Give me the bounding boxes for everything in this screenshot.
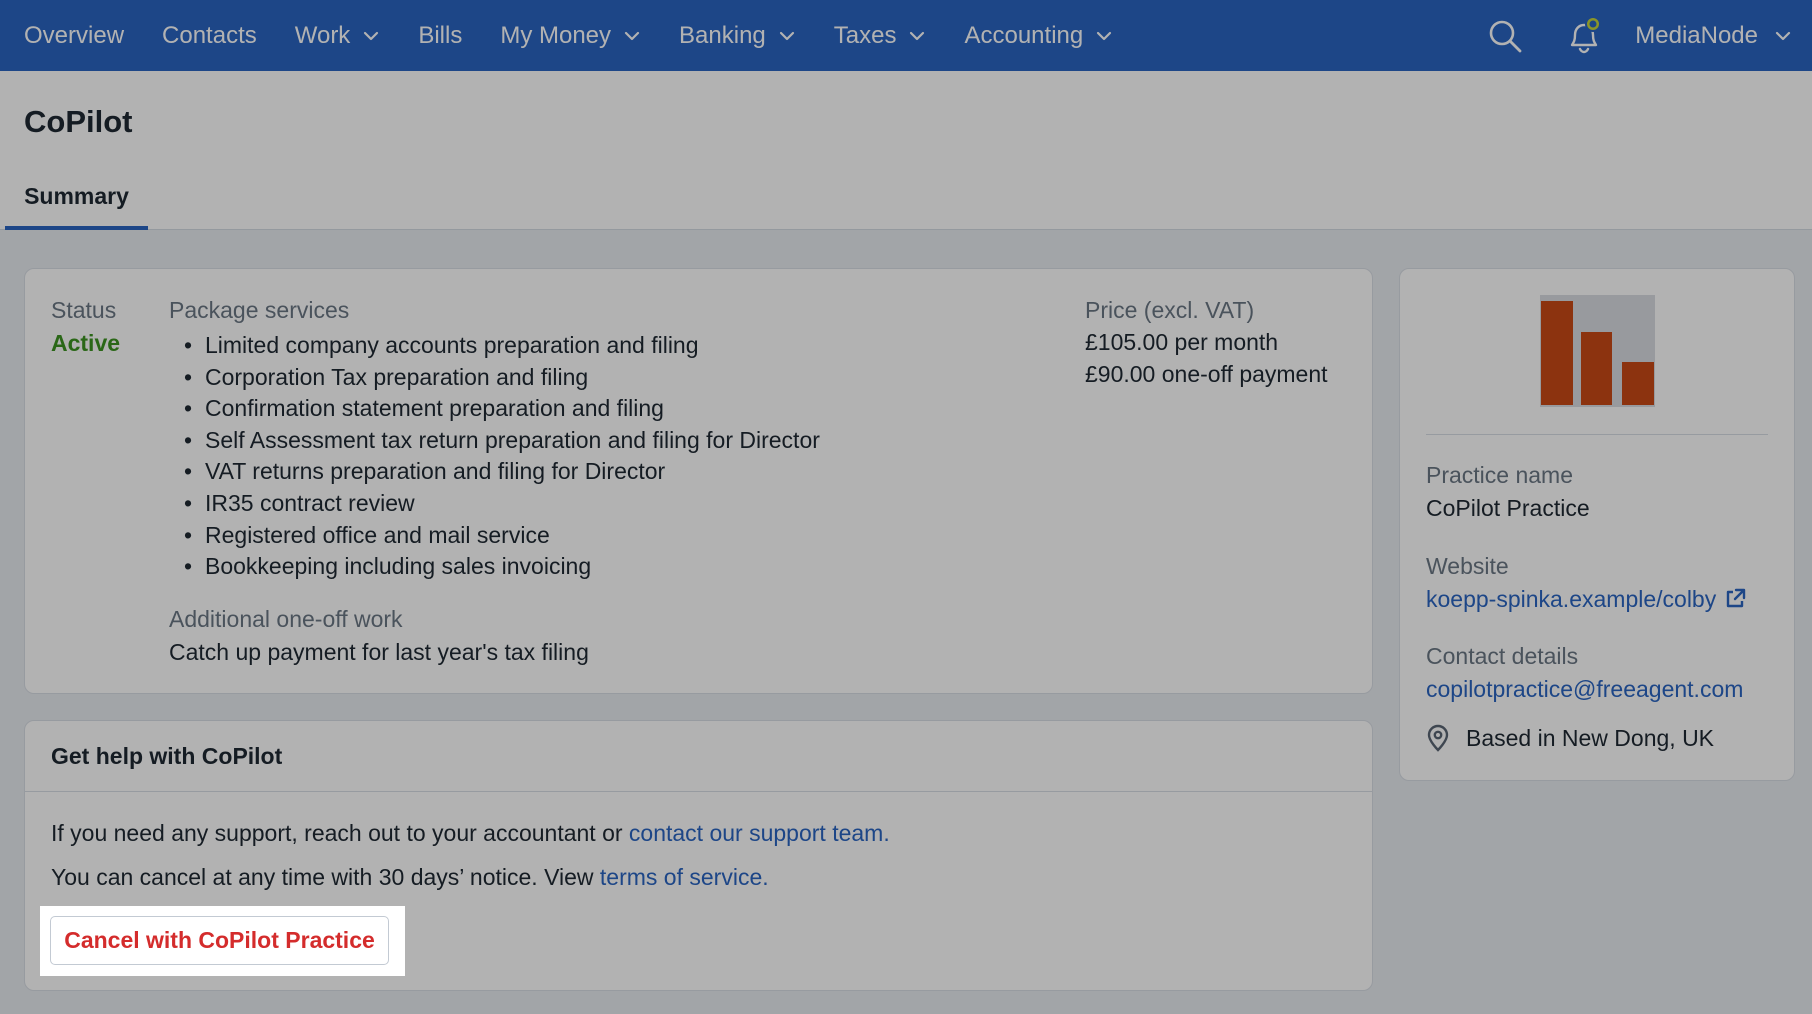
services-label: Package services — [169, 297, 350, 323]
support-team-link[interactable]: contact our support team. — [629, 820, 890, 846]
nav-item-label: Banking — [679, 21, 766, 49]
page-header: CoPilot Summary — [0, 71, 1812, 230]
chevron-down-icon — [362, 27, 380, 45]
nav-item-my-money[interactable]: My Money — [481, 0, 660, 71]
practice-name-label: Practice name — [1426, 462, 1574, 488]
status-badge: Active — [51, 330, 121, 356]
website-link[interactable]: koepp-spinka.example/colby — [1426, 586, 1746, 613]
nav-item-accounting[interactable]: Accounting — [945, 0, 1132, 71]
nav-item-label: Taxes — [833, 21, 897, 49]
list-item: Bookkeeping including sales invoicing — [169, 551, 820, 583]
terms-of-service-link[interactable]: terms of service. — [600, 864, 769, 890]
support-text-prefix: If you need any support, reach out to yo… — [51, 820, 629, 846]
nav-item-label: Contacts — [162, 21, 257, 49]
account-menu[interactable]: MediaNode — [1635, 22, 1812, 50]
tab-label: Summary — [24, 183, 129, 209]
chevron-down-icon — [908, 27, 926, 45]
nav-item-work[interactable]: Work — [276, 0, 400, 71]
nav-item-banking[interactable]: Banking — [660, 0, 815, 71]
additional-value: Catch up payment for last year's tax fil… — [169, 639, 589, 665]
services-block: Package services Limited company account… — [169, 297, 820, 583]
location: Based in New Dong, UK — [1426, 724, 1714, 752]
contact-email-link[interactable]: copilotpractice@freeagent.com — [1426, 676, 1743, 703]
website-link-text: koepp-spinka.example/colby — [1426, 586, 1717, 612]
bar-chart-logo-icon — [1540, 295, 1655, 407]
list-item: Registered office and mail service — [169, 520, 820, 552]
divider — [1426, 434, 1768, 435]
practice-name-field: Practice name CoPilot Practice — [1426, 462, 1590, 522]
nav-item-label: Overview — [24, 21, 125, 49]
list-item: Confirmation statement preparation and f… — [169, 393, 820, 425]
chevron-down-icon — [1774, 27, 1792, 45]
bell-icon[interactable] — [1561, 14, 1605, 58]
chevron-down-icon — [623, 27, 641, 45]
page-title: CoPilot — [24, 104, 133, 139]
nav-item-label: Bills — [418, 21, 463, 49]
nav-right: MediaNode — [1485, 0, 1812, 71]
contact-label: Contact details — [1426, 643, 1579, 669]
nav-item-label: Accounting — [964, 21, 1084, 49]
divider — [25, 791, 1372, 792]
nav-item-overview[interactable]: Overview — [0, 0, 143, 71]
list-item: IR35 contract review — [169, 488, 820, 520]
nav-item-contacts[interactable]: Contacts — [143, 0, 276, 71]
nav-item-taxes[interactable]: Taxes — [815, 0, 946, 71]
list-item: Self Assessment tax return preparation a… — [169, 425, 820, 457]
nav-item-bills[interactable]: Bills — [399, 0, 481, 71]
practice-name-value: CoPilot Practice — [1426, 495, 1590, 521]
location-pin-icon — [1426, 724, 1450, 752]
chevron-down-icon — [778, 27, 796, 45]
tab-summary[interactable]: Summary — [5, 179, 148, 230]
status-label: Status — [51, 297, 117, 323]
help-title: Get help with CoPilot — [51, 743, 283, 769]
services-list: Limited company accounts preparation and… — [169, 330, 820, 583]
price-one-off: £90.00 one-off payment — [1085, 360, 1328, 387]
status-block: Status Active — [51, 297, 120, 357]
price-monthly: £105.00 per month — [1085, 329, 1279, 355]
account-label: MediaNode — [1635, 21, 1758, 49]
package-summary-card: Status Active Package services Limited c… — [24, 268, 1373, 694]
cancel-subscription-button[interactable]: Cancel with CoPilot Practice — [50, 916, 389, 965]
external-link-icon — [1724, 588, 1746, 610]
additional-work-block: Additional one-off work Catch up payment… — [169, 606, 589, 666]
app: Overview Contacts Work Bills My Money Ba… — [0, 0, 1812, 1014]
website-field: Website koepp-spinka.example/colby — [1426, 553, 1746, 613]
list-item: Corporation Tax preparation and filing — [169, 362, 820, 394]
location-text: Based in New Dong, UK — [1466, 724, 1715, 751]
nav-item-label: Work — [294, 21, 351, 49]
price-block: Price (excl. VAT) £105.00 per month £90.… — [1085, 297, 1328, 390]
nav-item-label: My Money — [500, 21, 612, 49]
top-nav: Overview Contacts Work Bills My Money Ba… — [0, 0, 1812, 71]
list-item: VAT returns preparation and filing for D… — [169, 456, 820, 488]
additional-label: Additional one-off work — [169, 606, 403, 632]
price-label: Price (excl. VAT) — [1085, 297, 1255, 323]
search-icon[interactable] — [1485, 16, 1525, 56]
cancel-notice-text: You can cancel at any time with 30 days’… — [51, 864, 769, 891]
contact-field: Contact details copilotpractice@freeagen… — [1426, 643, 1743, 703]
list-item: Limited company accounts preparation and… — [169, 330, 820, 362]
support-text: If you need any support, reach out to yo… — [51, 820, 890, 847]
practice-logo — [1540, 295, 1655, 407]
cancel-notice-prefix: You can cancel at any time with 30 days’… — [51, 864, 600, 890]
spotlight-highlight: Cancel with CoPilot Practice — [40, 906, 405, 976]
chevron-down-icon — [1095, 27, 1113, 45]
website-label: Website — [1426, 553, 1509, 579]
practice-card: Practice name CoPilot Practice Website k… — [1399, 268, 1795, 781]
